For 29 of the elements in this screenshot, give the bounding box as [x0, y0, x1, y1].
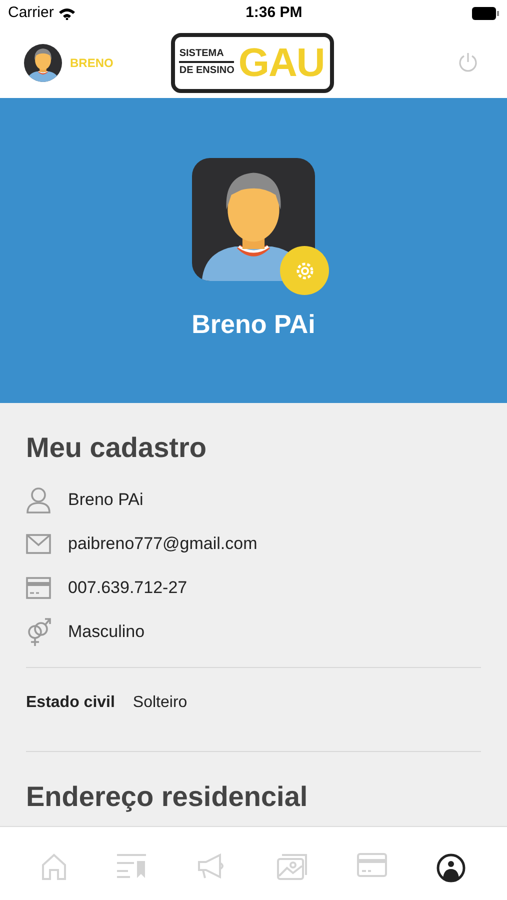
profile-icon [436, 853, 466, 883]
field-value: Breno PAi [68, 489, 144, 512]
image-icon [276, 853, 308, 881]
logo-text: DE ENSINO [179, 64, 234, 76]
card-icon [26, 577, 51, 599]
field-value: Solteiro [132, 693, 188, 713]
user-name[interactable]: BRENO [70, 54, 114, 72]
envelope-icon [26, 534, 51, 554]
battery-icon [472, 7, 499, 20]
wifi-icon [58, 7, 76, 20]
status-time: 1:36 PM [246, 3, 302, 24]
profile-name: Breno PAi [192, 308, 316, 341]
gender-icon [26, 617, 52, 647]
bookmark-list-icon [116, 853, 147, 879]
logo-brand: GAU [238, 42, 324, 82]
user-avatar [24, 44, 62, 82]
carrier-label: Carrier [8, 3, 54, 24]
field-label: Estado civil [26, 693, 115, 713]
logo-text: SISTEMA [179, 49, 234, 63]
field-value: Masculino [68, 621, 145, 644]
power-icon[interactable] [457, 52, 479, 74]
settings-button[interactable] [280, 246, 329, 295]
card-icon [357, 853, 388, 877]
section-title: Endereço residencial [26, 780, 309, 814]
home-icon [40, 853, 67, 881]
person-icon [26, 486, 51, 514]
field-value: paibreno777@gmail.com [68, 533, 258, 556]
field-value: 007.639.712-27 [68, 577, 188, 600]
section-title: Meu cadastro [26, 431, 208, 465]
